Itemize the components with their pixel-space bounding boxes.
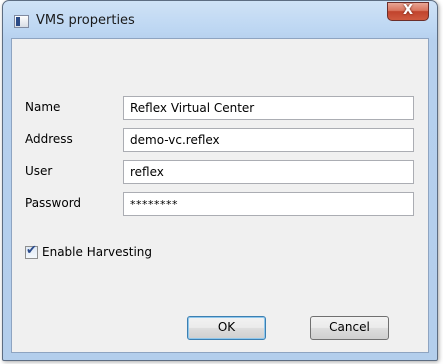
user-field[interactable] [123, 160, 414, 184]
password-label: Password [25, 196, 82, 210]
dialog-body: Name Address User Password ✔ Enable Harv… [11, 38, 429, 353]
name-row: Name [12, 96, 428, 120]
cancel-button[interactable]: Cancel [310, 316, 389, 340]
close-button[interactable]: X [387, 2, 429, 21]
name-field[interactable] [123, 96, 414, 120]
window-title: VMS properties [36, 13, 135, 28]
app-window-icon [14, 15, 29, 28]
name-label: Name [25, 100, 61, 114]
address-row: Address [12, 128, 428, 152]
enable-harvesting-checkbox[interactable]: ✔ [25, 243, 38, 259]
vms-properties-dialog: VMS properties X Name Address User Passw… [2, 0, 438, 361]
address-label: Address [25, 132, 73, 146]
password-row: Password [12, 192, 428, 216]
address-field[interactable] [123, 128, 414, 152]
user-row: User [12, 160, 428, 184]
checkmark-icon: ✔ [26, 243, 37, 258]
title-bar[interactable]: VMS properties X [3, 1, 437, 39]
ok-button[interactable]: OK [187, 316, 266, 340]
user-label: User [25, 164, 53, 178]
password-field[interactable] [123, 192, 414, 216]
enable-harvesting-label[interactable]: Enable Harvesting [42, 245, 152, 259]
